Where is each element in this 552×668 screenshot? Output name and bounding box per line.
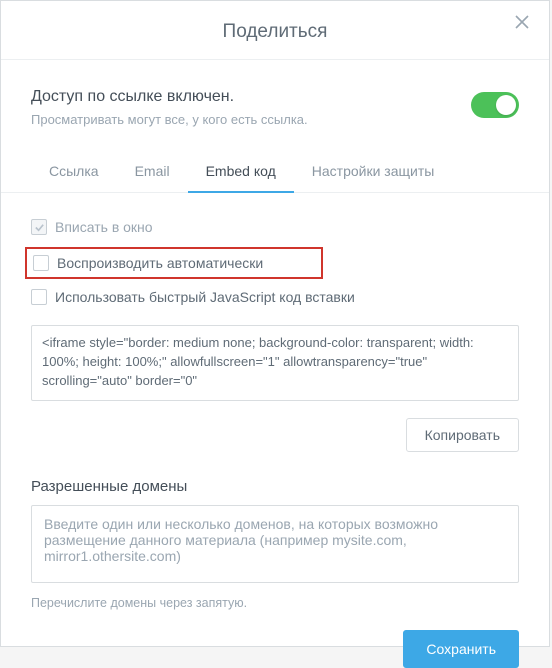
access-toggle[interactable] — [471, 92, 519, 118]
fit-window-checkbox[interactable] — [31, 219, 47, 235]
tab-security[interactable]: Настройки защиты — [294, 149, 453, 193]
close-icon — [515, 15, 529, 29]
copy-row: Копировать — [31, 418, 519, 452]
share-dialog: Поделиться Доступ по ссылке включен. Про… — [0, 0, 550, 647]
domains-input[interactable] — [31, 505, 519, 583]
embed-code-textarea[interactable]: <iframe style="border: medium none; back… — [31, 325, 519, 401]
tabs: Ссылка Email Embed код Настройки защиты — [1, 149, 549, 193]
save-row: Сохранить — [31, 630, 519, 668]
autoplay-row[interactable]: Воспроизводить автоматически — [25, 247, 323, 279]
close-button[interactable] — [511, 15, 533, 37]
access-text: Доступ по ссылке включен. Просматривать … — [31, 88, 471, 127]
save-button[interactable]: Сохранить — [403, 630, 519, 668]
toggle-knob — [496, 95, 516, 115]
fastjs-checkbox[interactable] — [31, 289, 47, 305]
fastjs-label: Использовать быстрый JavaScript код вста… — [55, 289, 355, 305]
autoplay-checkbox[interactable] — [33, 255, 49, 271]
domains-title: Разрешенные домены — [31, 478, 519, 495]
dialog-header: Поделиться — [1, 1, 549, 60]
access-desc: Просматривать могут все, у кого есть ссы… — [31, 112, 471, 127]
fit-window-row[interactable]: Вписать в окно — [31, 217, 519, 237]
access-title: Доступ по ссылке включен. — [31, 88, 471, 106]
tab-email[interactable]: Email — [117, 149, 188, 193]
tab-embed[interactable]: Embed код — [188, 149, 294, 193]
autoplay-label: Воспроизводить автоматически — [57, 255, 263, 271]
tab-link[interactable]: Ссылка — [31, 149, 117, 193]
fit-window-label: Вписать в окно — [55, 219, 153, 235]
check-icon — [34, 222, 45, 233]
access-section: Доступ по ссылке включен. Просматривать … — [1, 60, 549, 149]
domains-hint: Перечислите домены через запятую. — [31, 596, 519, 610]
dialog-body: Вписать в окно Воспроизводить автоматиче… — [1, 193, 549, 668]
dialog-title: Поделиться — [1, 21, 549, 43]
fastjs-row[interactable]: Использовать быстрый JavaScript код вста… — [31, 287, 519, 307]
copy-button[interactable]: Копировать — [406, 418, 519, 452]
